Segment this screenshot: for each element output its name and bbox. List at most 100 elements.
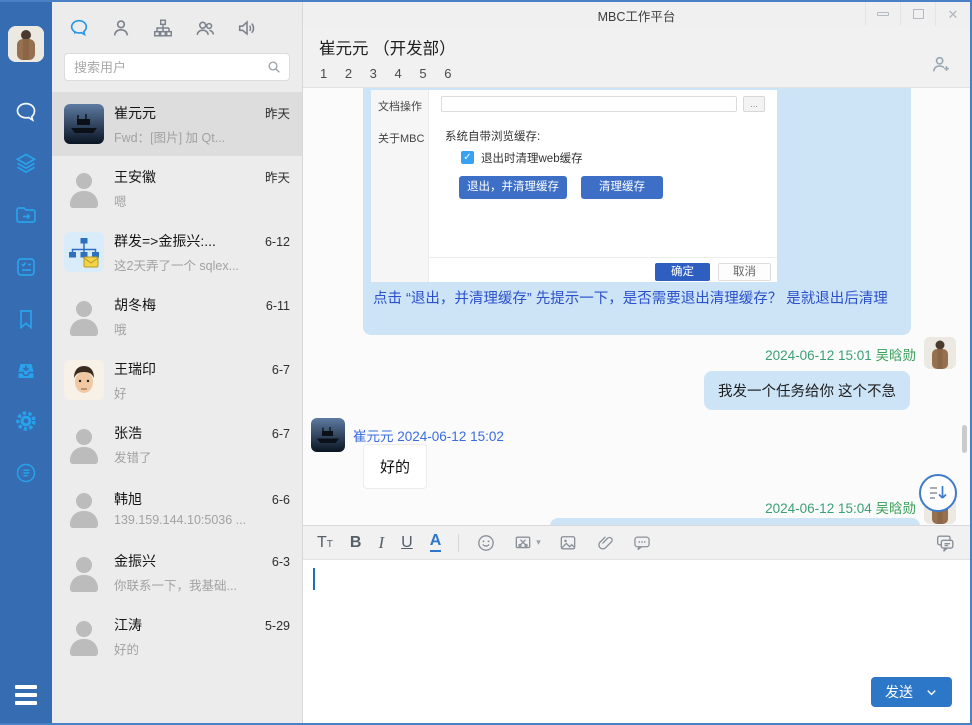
- message-area[interactable]: 文档操作 关于MBC ... 系统自带浏览缓存: ✓ 退出时清理web缓存 退出…: [303, 88, 970, 525]
- embedded-settings-screenshot[interactable]: 文档操作 关于MBC ... 系统自带浏览缓存: ✓ 退出时清理web缓存 退出…: [371, 90, 777, 282]
- person-avatar: [64, 488, 104, 528]
- add-person-icon[interactable]: [930, 53, 952, 75]
- contact-name: 金振兴: [114, 551, 266, 571]
- contact-list: 崔元元昨天 Fwd：[图片] 加 Qt... 王安徽昨天 嗯 群发=>金振兴:.…: [52, 92, 302, 723]
- contact-row-hudongmei[interactable]: 胡冬梅6-11 哦: [52, 284, 302, 348]
- layers-icon[interactable]: [14, 151, 38, 175]
- contact-row-wanganhui[interactable]: 王安徽昨天 嗯: [52, 156, 302, 220]
- contact-row-zhanghao[interactable]: 张浩6-7 发错了: [52, 412, 302, 476]
- contact-name: 群发=>金振兴:...: [114, 231, 259, 251]
- dialog-ok-button: 确定: [655, 263, 710, 281]
- inbox-download-icon[interactable]: [14, 358, 38, 382]
- user-avatar[interactable]: [8, 26, 44, 62]
- emoji-icon[interactable]: [476, 533, 496, 553]
- org-mail-avatar: [64, 232, 104, 272]
- bubble-dots-icon[interactable]: [632, 533, 652, 553]
- face-avatar: [64, 360, 104, 400]
- contact-name: 张浩: [114, 423, 266, 443]
- contact-time: 6-12: [265, 235, 290, 249]
- contact-name: 韩旭: [114, 489, 266, 509]
- dialog-browse-button: ...: [743, 96, 765, 112]
- message-bubble-sent: 我发一个任务给你 这个不急: [704, 371, 910, 410]
- title-bar: MBC工作平台 ✕: [303, 2, 970, 26]
- contact-row-jinzhenxing[interactable]: 金振兴6-3 你联系一下，我基础...: [52, 540, 302, 604]
- italic-button[interactable]: I: [378, 534, 384, 551]
- contact-row-jiangtao[interactable]: 江涛 5-29 好的: [52, 604, 302, 668]
- contact-avatar[interactable]: [311, 418, 345, 452]
- hamburger-menu-icon[interactable]: [15, 685, 37, 705]
- message-scrollbar[interactable]: [962, 425, 967, 453]
- scroll-to-bottom-button[interactable]: [919, 474, 957, 512]
- contact-time: 6-6: [272, 493, 290, 507]
- dialog-exit-clean-button: 退出，并清理缓存: [459, 176, 567, 199]
- font-size-button[interactable]: TT: [317, 535, 333, 551]
- chevron-down-icon: ▾: [536, 537, 541, 548]
- bookmark-icon[interactable]: [14, 307, 38, 331]
- send-button[interactable]: 发送: [871, 677, 952, 707]
- search-input[interactable]: [74, 54, 269, 80]
- boat-avatar: [64, 104, 104, 144]
- font-color-button[interactable]: A: [430, 533, 442, 552]
- contact-row-hanxu[interactable]: 韩旭 6-6 139.159.144.10:5036 ...: [52, 476, 302, 540]
- contact-preview: 139.159.144.10:5036 ...: [114, 513, 290, 527]
- people-group-tab-icon[interactable]: [194, 17, 216, 39]
- contact-row-wangruiyin[interactable]: 王瑞印6-7 好: [52, 348, 302, 412]
- message-bubble-received: 好的: [363, 444, 427, 489]
- circled-list-icon[interactable]: [14, 461, 38, 485]
- contact-preview: 这2天弄了一个 sqlex...: [114, 255, 290, 274]
- message-author: 吴晗勋: [876, 348, 917, 363]
- message-meta: 2024-06-12 15:01 吴晗勋: [765, 344, 916, 364]
- contact-preview: 哦: [114, 319, 290, 338]
- contact-preview: 好的: [114, 639, 290, 658]
- contact-name: 王瑞印: [114, 359, 266, 379]
- bold-button[interactable]: B: [350, 535, 362, 551]
- contact-name: 江涛: [114, 615, 259, 635]
- message-author: 吴晗勋: [876, 501, 917, 516]
- image-icon[interactable]: [558, 533, 578, 553]
- contact-row-qunfa[interactable]: 群发=>金振兴:... 6-12 这2天弄了一个 sqlex...: [52, 220, 302, 284]
- org-chart-tab-icon[interactable]: [152, 17, 174, 39]
- task-list-icon[interactable]: [14, 255, 38, 279]
- message-record-icon[interactable]: [934, 532, 956, 554]
- message-meta: 崔元元 2024-06-12 15:02: [353, 425, 504, 445]
- chat-title: 崔元元 （开发部）: [319, 35, 456, 59]
- person-avatar: [64, 296, 104, 336]
- dialog-separator: [429, 257, 777, 258]
- left-rail: [0, 0, 52, 725]
- chat-icon[interactable]: [14, 100, 38, 124]
- contact-time: 6-3: [272, 555, 290, 569]
- main-area: MBC工作平台 ✕ 崔元元 （开发部） 1 2 3 4 5 6 文档操作 关于M…: [302, 2, 970, 723]
- contact-panel: 崔元元昨天 Fwd：[图片] 加 Qt... 王安徽昨天 嗯 群发=>金振兴:.…: [52, 2, 302, 723]
- speaker-tab-icon[interactable]: [236, 17, 258, 39]
- search-icon: [266, 59, 282, 75]
- underline-button[interactable]: U: [401, 535, 413, 551]
- dialog-sidebar: 文档操作 关于MBC: [371, 90, 429, 282]
- attachment-icon[interactable]: [595, 533, 615, 553]
- dialog-cache-label: 系统自带浏览缓存:: [445, 128, 540, 144]
- message-bubble-partial: [550, 518, 920, 525]
- contact-row-cuiyuanyuan[interactable]: 崔元元昨天 Fwd：[图片] 加 Qt...: [52, 92, 302, 156]
- contact-preview: 好: [114, 383, 290, 402]
- minimize-button[interactable]: [865, 2, 900, 26]
- close-button[interactable]: ✕: [935, 2, 970, 26]
- person-avatar: [64, 552, 104, 592]
- maximize-button[interactable]: [900, 2, 935, 26]
- close-icon: ✕: [948, 8, 959, 21]
- message-input[interactable]: 发送: [303, 560, 970, 723]
- message-meta: 2024-06-12 15:04 吴晗勋: [765, 497, 916, 517]
- screenshot-button[interactable]: ▾: [513, 533, 541, 553]
- contact-time: 5-29: [265, 619, 290, 633]
- dialog-checkbox-label: 退出时清理web缓存: [481, 150, 583, 166]
- contact-name: 王安徽: [114, 167, 259, 187]
- toolbar-separator: [458, 534, 459, 552]
- chat-page-tabs[interactable]: 1 2 3 4 5 6: [320, 66, 458, 81]
- person-avatar: [64, 168, 104, 208]
- send-label: 发送: [885, 682, 913, 702]
- gear-icon[interactable]: [14, 409, 38, 433]
- dialog-sidebar-item: 文档操作: [378, 98, 422, 114]
- person-tab-icon[interactable]: [110, 17, 132, 39]
- folder-transfer-icon[interactable]: [14, 203, 38, 227]
- message-author: 崔元元: [353, 429, 394, 444]
- chat-tab-icon[interactable]: [68, 17, 90, 39]
- user-avatar[interactable]: [924, 337, 956, 369]
